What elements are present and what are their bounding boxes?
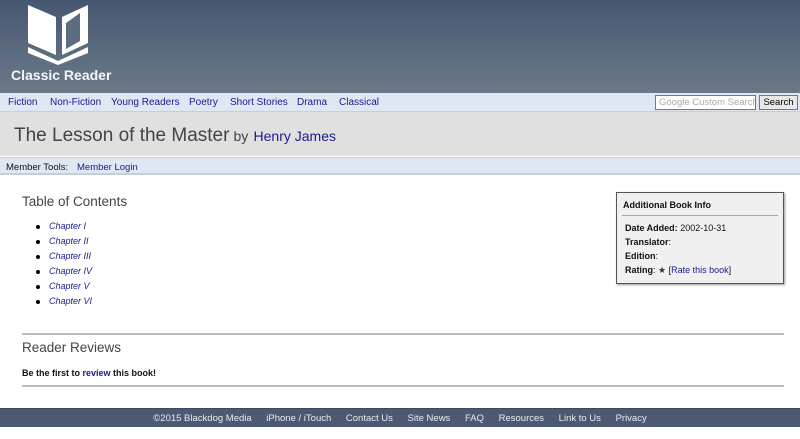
by-label: by [233, 128, 249, 144]
date-label: Date Added [625, 223, 675, 233]
chapter-link[interactable]: Chapter IV [49, 266, 92, 276]
chapter-link[interactable]: Chapter VI [49, 296, 92, 306]
footer-link-contact[interactable]: Contact Us [346, 413, 393, 424]
nav-non-fiction[interactable]: Non-Fiction [50, 97, 101, 108]
footer-link-privacy[interactable]: Privacy [616, 413, 647, 424]
nav-classical[interactable]: Classical [339, 97, 379, 108]
edition-row: Edition: [625, 251, 659, 261]
translator-label: Translator [625, 237, 669, 247]
book-title: The Lesson of the Master [14, 125, 230, 146]
list-item: Chapter III [36, 251, 92, 266]
divider [622, 215, 778, 216]
member-tools-bar: Member Tools: Member Login [0, 157, 800, 175]
search-button[interactable]: Search [759, 95, 798, 110]
edition-label: Edition [625, 251, 656, 261]
translator-row: Translator: [625, 237, 672, 247]
chapter-link[interactable]: Chapter I [49, 221, 86, 231]
author-link[interactable]: Henry James [254, 128, 336, 144]
footer-link-iphone[interactable]: iPhone / iTouch [266, 413, 331, 424]
book-info-box: Additional Book Info Date Added: 2002-10… [616, 192, 784, 284]
chapter-link[interactable]: Chapter II [49, 236, 89, 246]
date-value: 2002-10-31 [680, 223, 727, 233]
rating-row: Rating: ★ [Rate this book] [625, 265, 732, 275]
footer-link-faq[interactable]: FAQ [465, 413, 484, 424]
toc-heading: Table of Contents [22, 194, 128, 209]
main-nav: Fiction Non-Fiction Young Readers Poetry… [0, 93, 800, 112]
reviews-heading: Reader Reviews [22, 340, 122, 355]
site-header: Classic Reader [0, 0, 800, 93]
info-heading: Additional Book Info [623, 200, 711, 210]
rating-label: Rating [625, 265, 653, 275]
member-tools-label: Member Tools: [6, 162, 69, 173]
divider [22, 385, 784, 387]
search-input[interactable]: Google Custom Search [655, 95, 756, 110]
nav-fiction[interactable]: Fiction [8, 97, 37, 108]
list-item: Chapter IV [36, 266, 92, 281]
nav-young-readers[interactable]: Young Readers [111, 97, 180, 108]
footer-link-resources[interactable]: Resources [499, 413, 544, 424]
divider [22, 333, 784, 335]
page-title: The Lesson of the Master by Henry James [14, 125, 336, 147]
nav-drama[interactable]: Drama [297, 97, 327, 108]
reviews-text: Be the first to review this book! [22, 368, 156, 378]
footer: ©2015 Blackdog Media iPhone / iTouch Con… [0, 408, 800, 427]
footer-link-link-to-us[interactable]: Link to Us [559, 413, 601, 424]
reviews-pre: Be the first to [22, 368, 83, 378]
reviews-post: this book! [110, 368, 157, 378]
chapter-link[interactable]: Chapter III [49, 251, 91, 261]
nav-short-stories[interactable]: Short Stories [230, 97, 288, 108]
chapter-list: Chapter I Chapter II Chapter III Chapter… [36, 221, 92, 311]
copyright: ©2015 Blackdog Media [153, 413, 252, 424]
footer-link-site-news[interactable]: Site News [408, 413, 451, 424]
member-login-link[interactable]: Member Login [77, 162, 138, 173]
star-icon: ★ [658, 265, 667, 275]
list-item: Chapter II [36, 236, 92, 251]
site-name[interactable]: Classic Reader [11, 67, 111, 83]
rate-book-link[interactable]: Rate this book [671, 265, 729, 275]
list-item: Chapter V [36, 281, 92, 296]
chapter-link[interactable]: Chapter V [49, 281, 90, 291]
book-logo-icon[interactable] [26, 3, 90, 65]
nav-poetry[interactable]: Poetry [189, 97, 218, 108]
date-added-row: Date Added: 2002-10-31 [625, 223, 727, 233]
list-item: Chapter I [36, 221, 92, 236]
review-link[interactable]: review [83, 368, 111, 378]
list-item: Chapter VI [36, 296, 92, 311]
